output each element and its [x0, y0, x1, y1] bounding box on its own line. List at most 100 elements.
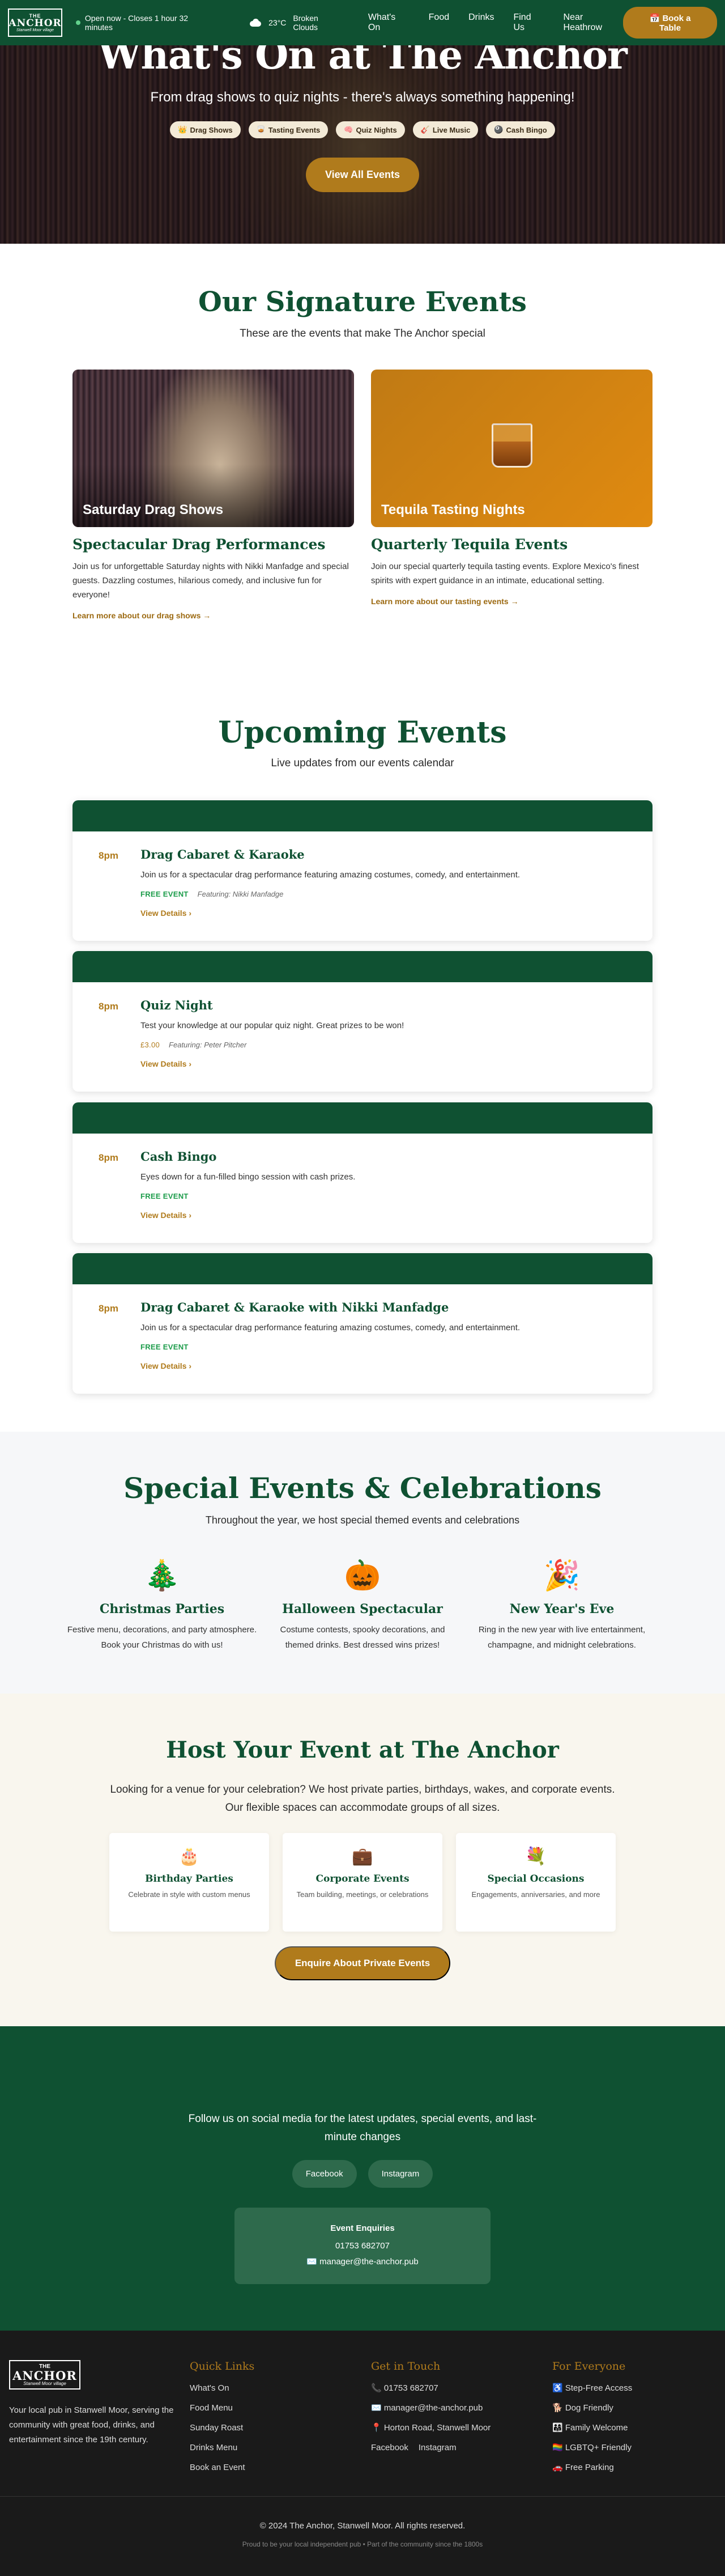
- signature-title: Our Signature Events: [198, 286, 527, 318]
- footer-link[interactable]: Food Menu: [190, 2403, 254, 2422]
- nav-link-drinks[interactable]: Drinks: [468, 12, 494, 33]
- status-dot-icon: [76, 20, 80, 25]
- special-item-halloween: 🎃 Halloween Spectacular Costume contests…: [266, 1556, 459, 1653]
- host-box-text: Celebrate in style with custom menus: [128, 1890, 250, 1899]
- status-text: Open now - Closes 1 hour 32 minutes: [84, 14, 189, 32]
- weather-widget: 23°C Broken Clouds: [249, 14, 344, 32]
- card-text: Join us for unforgettable Saturday night…: [72, 562, 349, 600]
- logo-line2: ANCHOR: [8, 17, 62, 29]
- feature-step-free: ♿ Step-Free Access: [552, 2383, 633, 2393]
- enquiries-phone[interactable]: 01753 682707: [234, 2241, 491, 2251]
- event-time: 8pm: [99, 850, 118, 861]
- view-details-link[interactable]: View Details ›: [140, 1059, 630, 1068]
- footer-everyone: For Everyone ♿ Step-Free Access 🐕 Dog Fr…: [552, 2360, 632, 2482]
- tag-label: Cash Bingo: [506, 125, 547, 134]
- event-description: Eyes down for a fun-filled bingo session…: [140, 1172, 356, 1182]
- view-all-events-button[interactable]: View All Events: [305, 158, 420, 192]
- event-price: FREE EVENT: [140, 890, 189, 898]
- footer-link[interactable]: What's On: [190, 2383, 254, 2403]
- footer-facebook-link[interactable]: Facebook: [371, 2442, 408, 2462]
- event-description: Join us for a spectacular drag performan…: [140, 870, 521, 880]
- footer-copyright: © 2024 The Anchor, Stanwell Moor. All ri…: [259, 2521, 466, 2531]
- footer-link[interactable]: Sunday Roast: [190, 2422, 254, 2442]
- special-events-section: Special Events & Celebrations Throughout…: [0, 1432, 725, 1694]
- footer-instagram-link[interactable]: Instagram: [419, 2442, 457, 2462]
- event-card-header: [72, 1253, 652, 1284]
- view-details-label: View Details: [140, 1211, 187, 1220]
- event-title: Drag Cabaret & Karaoke with Nikki Manfad…: [140, 1300, 449, 1314]
- tag-label: Quiz Nights: [356, 125, 397, 134]
- tag-drag-shows[interactable]: 👑 Drag Shows: [170, 121, 241, 138]
- view-details-link[interactable]: View Details ›: [140, 909, 630, 918]
- feature-lgbtq: 🏳️‍🌈 LGBTQ+ Friendly: [552, 2443, 632, 2452]
- site-logo[interactable]: THE ANCHOR Stanwell Moor village: [8, 9, 62, 37]
- hero-subtitle: From drag shows to quiz nights - there's…: [150, 90, 575, 105]
- footer-tagline: Proud to be your local independent pub •…: [242, 2540, 483, 2548]
- tequila-image: Tequila Tasting Nights: [371, 370, 652, 527]
- whisky-glass-icon: [492, 423, 532, 468]
- cake-icon: 🎂: [178, 1847, 200, 1866]
- logo-line3: Stanwell Moor village: [16, 28, 54, 32]
- drag-shows-link[interactable]: Learn more about our drag shows →: [72, 611, 354, 620]
- card-heading: Spectacular Drag Performances: [72, 536, 326, 553]
- crown-icon: 👑: [178, 125, 187, 134]
- special-item-text: Costume contests, spooky decorations, an…: [280, 1625, 445, 1650]
- guitar-icon: 🎸: [420, 125, 430, 134]
- host-event-section: Host Your Event at The Anchor Looking fo…: [0, 1694, 725, 2026]
- footer-col-title: For Everyone: [552, 2360, 626, 2373]
- book-table-button[interactable]: 📅 Book a Table: [623, 7, 717, 39]
- event-price: FREE EVENT: [140, 1343, 189, 1351]
- tag-quiz-nights[interactable]: 🧠 Quiz Nights: [336, 121, 405, 138]
- upcoming-subtitle: Live updates from our events calendar: [271, 757, 454, 769]
- footer-address: 📍 Horton Road, Stanwell Moor: [371, 2423, 491, 2433]
- special-subtitle: Throughout the year, we host special the…: [205, 1514, 520, 1526]
- event-enquiries-box: Event Enquiries 01753 682707 ✉️ manager@…: [234, 2208, 491, 2284]
- party-popper-icon: 🎉: [543, 1559, 581, 1592]
- special-item-christmas: 🎄 Christmas Parties Festive menu, decora…: [66, 1556, 258, 1653]
- special-item-new-year: 🎉 New Year's Eve Ring in the new year wi…: [466, 1556, 658, 1653]
- pumpkin-icon: 🎃: [344, 1559, 381, 1592]
- footer-logo[interactable]: THE ANCHOR Stanwell Moor village: [9, 2360, 80, 2390]
- host-box-text: Engagements, anniversaries, and more: [471, 1890, 600, 1899]
- weather-condition: Broken Clouds: [293, 14, 318, 32]
- nav-link-whats-on[interactable]: What's On: [368, 12, 410, 33]
- view-details-link[interactable]: View Details ›: [140, 1211, 630, 1220]
- tag-cash-bingo[interactable]: 🎱 Cash Bingo: [486, 121, 555, 138]
- event-card-header: [72, 800, 652, 831]
- bouquet-icon: 💐: [525, 1847, 547, 1866]
- host-title: Host Your Event at The Anchor: [166, 1737, 559, 1763]
- nav-link-near-heathrow[interactable]: Near Heathrow: [564, 12, 624, 33]
- event-time: 8pm: [99, 1303, 118, 1314]
- nav-link-food[interactable]: Food: [429, 12, 449, 33]
- special-item-title: Halloween Spectacular: [282, 1602, 443, 1616]
- special-item-title: New Year's Eve: [509, 1602, 615, 1616]
- tasting-events-link[interactable]: Learn more about our tasting events →: [371, 597, 652, 606]
- footer-link[interactable]: Drinks Menu: [190, 2442, 254, 2462]
- main-nav: What's On Food Drinks Find Us Near Heath…: [368, 12, 623, 33]
- nav-link-find-us[interactable]: Find Us: [513, 12, 544, 33]
- host-box-birthday: 🎂 Birthday Parties Celebrate in style wi…: [109, 1833, 269, 1932]
- event-price: FREE EVENT: [140, 1192, 189, 1200]
- tag-tasting-events[interactable]: 🥃 Tasting Events: [248, 121, 329, 138]
- footer-phone[interactable]: 📞 01753 682707: [371, 2383, 491, 2403]
- instagram-button[interactable]: Instagram: [368, 2160, 433, 2188]
- footer-email[interactable]: ✉️ manager@the-anchor.pub: [371, 2403, 491, 2422]
- facebook-button[interactable]: Facebook: [292, 2160, 357, 2188]
- brain-icon: 🧠: [344, 125, 353, 134]
- view-details-label: View Details: [140, 1361, 187, 1370]
- top-nav: THE ANCHOR Stanwell Moor village Open no…: [0, 0, 725, 45]
- feature-family: 👨‍👩‍👧 Family Welcome: [552, 2423, 628, 2433]
- event-card: 8pm Drag Cabaret & Karaoke with Nikki Ma…: [72, 1253, 652, 1394]
- event-featuring: Featuring: Peter Pitcher: [169, 1041, 247, 1049]
- tag-live-music[interactable]: 🎸 Live Music: [412, 121, 479, 138]
- footer-contact: Get in Touch 📞 01753 682707 ✉️ manager@t…: [371, 2360, 491, 2462]
- view-details-link[interactable]: View Details ›: [140, 1361, 630, 1370]
- footer-link[interactable]: Book an Event: [190, 2462, 254, 2482]
- logo-line3: Stanwell Moor village: [23, 2380, 66, 2386]
- host-box-corporate: 💼 Corporate Events Team building, meetin…: [283, 1833, 442, 1932]
- enquiries-email[interactable]: ✉️ manager@the-anchor.pub: [234, 2256, 491, 2267]
- site-footer: THE ANCHOR Stanwell Moor village Your lo…: [0, 2331, 725, 2576]
- event-card: 8pm Cash Bingo Eyes down for a fun-fille…: [72, 1102, 652, 1243]
- footer-quick-links: Quick Links What's On Food Menu Sunday R…: [190, 2360, 254, 2482]
- enquire-private-events-button[interactable]: Enquire About Private Events: [275, 1946, 450, 1980]
